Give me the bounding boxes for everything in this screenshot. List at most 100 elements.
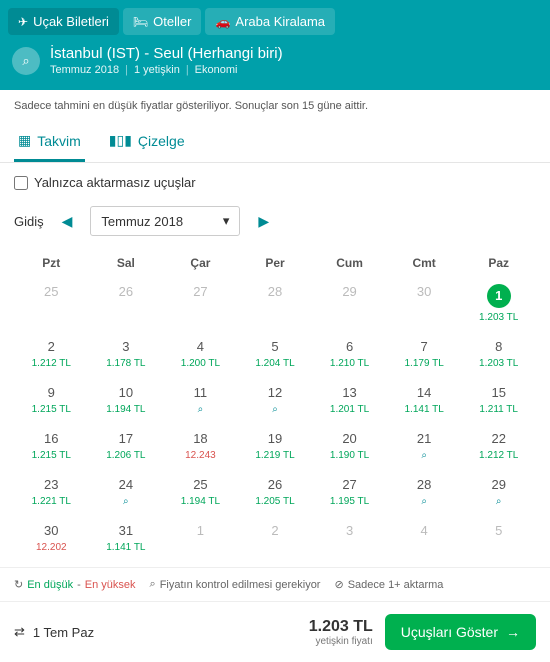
calendar-cell[interactable]: 311.141 TL — [89, 517, 164, 563]
day-number: 19 — [238, 431, 313, 446]
view-tab-calendar[interactable]: ▦ Takvim — [14, 122, 85, 162]
weekday-header: Cum — [312, 248, 387, 278]
plane-icon: ✈ — [18, 15, 28, 29]
footer-bar: ⇄ 1 Tem Paz 1.203 TL yetişkin fiyatı Uçu… — [0, 601, 550, 662]
search-pax: 1 yetişkin — [134, 64, 180, 76]
month-select[interactable]: Temmuz 2018 ▾ — [90, 206, 240, 236]
legend: ↻ En düşük - En yüksek ⌕ Fiyatın kontrol… — [0, 567, 550, 601]
search-subtitle: Temmuz 2018 | 1 yetişkin | Ekonomi — [50, 64, 283, 76]
calendar-cell[interactable]: 31.178 TL — [89, 333, 164, 379]
weekday-header: Çar — [163, 248, 238, 278]
calendar-cell[interactable]: 61.210 TL — [312, 333, 387, 379]
calendar-cell[interactable]: 12⌕ — [238, 379, 313, 425]
calendar-cell[interactable]: 29⌕ — [461, 471, 536, 517]
calendar-cell[interactable]: 14 1.141 TL — [387, 379, 462, 425]
calendar-cell[interactable]: 231.221 TL — [14, 471, 89, 517]
show-flights-label: Uçuşları Göster — [401, 624, 498, 640]
day-number: 2 — [238, 523, 313, 538]
calendar-cell[interactable]: 51.204 TL — [238, 333, 313, 379]
weekday-header: Per — [238, 248, 313, 278]
day-price: 12.243 — [163, 450, 238, 461]
tab-hotels[interactable]: 🛏 Oteller — [123, 8, 202, 35]
calendar-cell[interactable]: 271.195 TL — [312, 471, 387, 517]
day-number: 14 — [387, 385, 462, 400]
day-price: 1.215 TL — [14, 404, 89, 415]
day-number: 31 — [89, 523, 164, 538]
next-month-button[interactable]: ▶ — [254, 209, 273, 234]
calendar-cell[interactable]: 24⌕ — [89, 471, 164, 517]
day-price: 1.141 TL — [387, 404, 462, 415]
selected-date: 1 Tem Paz — [33, 625, 94, 640]
calendar-cell: 4 — [387, 517, 462, 563]
calendar-cell[interactable]: 25 1.194 TL — [163, 471, 238, 517]
day-number: 1 — [487, 284, 511, 308]
calendar-cell[interactable]: 9 1.215 TL — [14, 379, 89, 425]
direct-only-checkbox-row[interactable]: Yalnızca aktarmasız uçuşlar — [14, 175, 536, 190]
prev-month-button[interactable]: ◀ — [58, 209, 77, 234]
tab-flights[interactable]: ✈ Uçak Biletleri — [8, 8, 119, 35]
day-price: 1.203 TL — [461, 358, 536, 369]
legend-low-high: ↻ En düşük - En yüksek — [14, 578, 136, 591]
calendar-cell[interactable]: 201.190 TL — [312, 425, 387, 471]
search-icon-button[interactable]: ⌕ — [12, 47, 40, 75]
swap-icon: ⇄ — [14, 624, 25, 640]
calendar-cell[interactable]: 171.206 TL — [89, 425, 164, 471]
day-price: 1.215 TL — [14, 450, 89, 461]
weekday-header: Sal — [89, 248, 164, 278]
calendar-cell[interactable]: 221.212 TL — [461, 425, 536, 471]
calendar-cell: 27 — [163, 278, 238, 333]
calendar-cell[interactable]: 101.194 TL — [89, 379, 164, 425]
day-number: 25 — [163, 477, 238, 492]
day-number: 16 — [14, 431, 89, 446]
show-flights-button[interactable]: Uçuşları Göster → — [385, 614, 536, 650]
search-summary[interactable]: ⌕ İstanbul (IST) - Seul (Herhangi biri) … — [8, 45, 542, 76]
legend-check-label: Fiyatın kontrol edilmesi gerekiyor — [160, 579, 321, 591]
day-number: 27 — [163, 284, 238, 299]
calendar-cell[interactable]: 71.179 TL — [387, 333, 462, 379]
day-number: 4 — [163, 339, 238, 354]
footer-price: 1.203 TL yetişkin fiyatı — [309, 618, 373, 647]
day-number: 28 — [387, 477, 462, 492]
calendar-cell[interactable]: 21⌕ — [387, 425, 462, 471]
tab-cars[interactable]: 🚗 Araba Kiralama — [205, 8, 335, 35]
day-number: 3 — [312, 523, 387, 538]
calendar-cell[interactable]: 16 1.215 TL — [14, 425, 89, 471]
calendar-cell[interactable]: 41.200 TL — [163, 333, 238, 379]
month-selector-row: Gidiş ◀ Temmuz 2018 ▾ ▶ — [0, 206, 550, 244]
day-price: 1.210 TL — [312, 358, 387, 369]
check-price-icon: ⌕ — [238, 404, 313, 415]
calendar-cell[interactable]: 81.203 TL — [461, 333, 536, 379]
calendar-cell[interactable]: 3012.202 — [14, 517, 89, 563]
footer-right: 1.203 TL yetişkin fiyatı Uçuşları Göster… — [309, 614, 536, 650]
separator: | — [186, 64, 189, 76]
calendar-cell: 29 — [312, 278, 387, 333]
check-price-icon: ⌕ — [387, 496, 462, 507]
calendar-cell[interactable]: 21.212 TL — [14, 333, 89, 379]
calendar-cell[interactable]: 261.205 TL — [238, 471, 313, 517]
day-number: 5 — [238, 339, 313, 354]
calendar-cell[interactable]: 131.201 TL — [312, 379, 387, 425]
direct-only-checkbox[interactable] — [14, 176, 28, 190]
day-number: 5 — [461, 523, 536, 538]
calendar-cell[interactable]: 11.203 TL — [461, 278, 536, 333]
day-price: 1.194 TL — [163, 496, 238, 507]
footer-price-sub: yetişkin fiyatı — [309, 636, 373, 647]
calendar-cell[interactable]: 11⌕ — [163, 379, 238, 425]
calendar-cell: 30 — [387, 278, 462, 333]
day-number: 27 — [312, 477, 387, 492]
arrow-right-icon: → — [506, 624, 520, 640]
day-number: 9 — [14, 385, 89, 400]
month-select-value: Temmuz 2018 — [101, 214, 183, 229]
tab-hotels-label: Oteller — [153, 14, 191, 29]
calendar-cell[interactable]: 28 ⌕ — [387, 471, 462, 517]
calendar-cell: 28 — [238, 278, 313, 333]
calendar-cell: 26 — [89, 278, 164, 333]
weekday-header: Paz — [461, 248, 536, 278]
calendar-cell[interactable]: 1812.243 — [163, 425, 238, 471]
calendar-cell[interactable]: 191.219 TL — [238, 425, 313, 471]
check-price-icon: ⌕ — [89, 496, 164, 507]
view-tab-chart[interactable]: ▮▯▮ Çizelge — [105, 122, 189, 162]
sync-icon: ↻ — [14, 578, 23, 591]
day-number: 26 — [238, 477, 313, 492]
calendar-cell[interactable]: 151.211 TL — [461, 379, 536, 425]
